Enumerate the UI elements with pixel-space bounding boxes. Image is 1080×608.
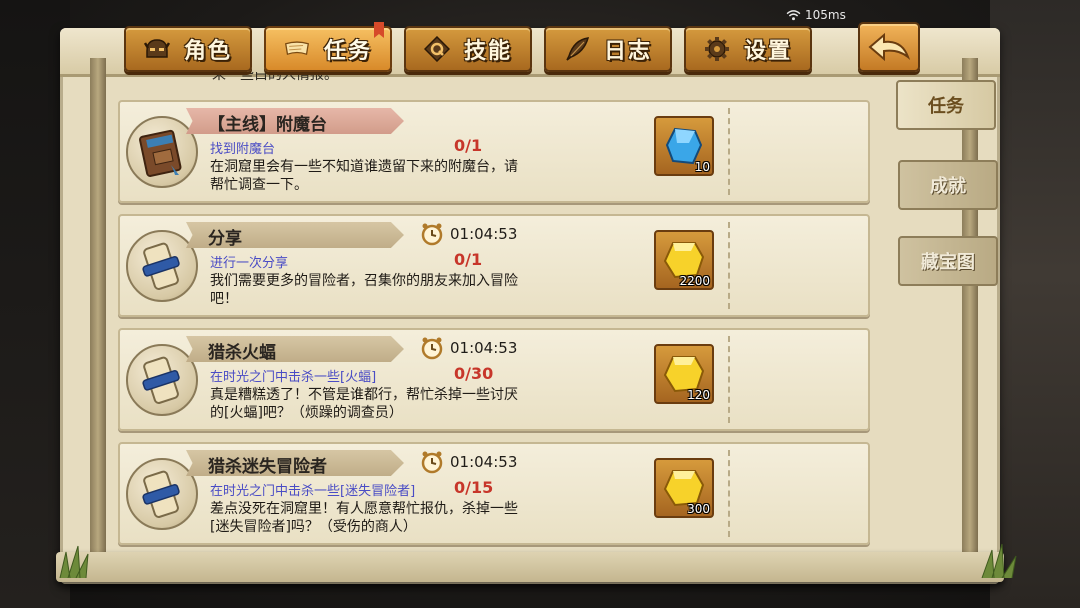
reward-count: 120: [687, 388, 710, 402]
quest-progress: 0/30: [454, 364, 494, 383]
tab-label: 日志: [603, 39, 652, 64]
quest-description: 我们需要更多的冒险者，召集你的朋友来加入冒险吧！: [210, 273, 518, 307]
network-status: 105ms: [786, 8, 846, 22]
main-tab-bar: 角色 任务 技能 日志 设置: [124, 22, 812, 72]
timer-text: 01:04:53: [450, 225, 518, 243]
quest-portrait: [126, 458, 198, 530]
side-tab-treasure-map[interactable]: 藏宝图: [898, 236, 998, 286]
quest-progress: 0/1: [454, 136, 483, 155]
reward-count: 2200: [679, 274, 710, 288]
tab-label: 角色: [183, 39, 232, 64]
tab-label: 设置: [743, 39, 792, 64]
back-arrow-icon: [868, 32, 911, 62]
quest-title: 分享: [208, 229, 242, 249]
quest-card-lost-adventurer[interactable]: 猎杀迷失冒险者 01:04:53 在时光之门中击杀一些[迷失冒险者] 0/15 …: [118, 442, 870, 545]
grass-decoration-right: [981, 543, 1017, 578]
reward-slot[interactable]: 2200: [654, 230, 714, 290]
panel-bottom-bar: [56, 552, 1004, 582]
quest-description: 差点没死在洞窟里！有人愿意帮忙报仇，杀掉一些[迷失冒险者]吗？（受伤的商人）: [210, 501, 518, 535]
background-right: [990, 0, 1080, 608]
quest-card-enchant-table[interactable]: 【主线】附魔台 找到附魔台 0/1 在洞窟里会有一些不知道谁遗留下来的附魔台，请…: [118, 100, 870, 203]
quest-progress: 0/1: [454, 250, 483, 269]
scroll-icon: [142, 242, 180, 290]
quest-objective: 在时光之门中击杀一些[迷失冒险者]: [210, 484, 416, 499]
tab-character[interactable]: 角色: [124, 26, 252, 72]
quest-title: 【主线】附魔台: [208, 115, 327, 135]
timer-text: 01:04:53: [450, 339, 518, 357]
frame-pole-left: [90, 58, 106, 558]
tab-quests[interactable]: 任务: [264, 22, 392, 72]
book-icon: [139, 129, 182, 177]
quest-card-share[interactable]: 分享 01:04:53 进行一次分享 0/1 我们需要更多的冒险者，召集你的朋友…: [118, 214, 870, 317]
card-divider: [728, 450, 730, 537]
side-tab-achievements[interactable]: 成就: [898, 160, 998, 210]
quest-title: 猎杀火蝠: [208, 343, 276, 363]
quest-objective: 找到附魔台: [210, 142, 276, 157]
reward-slot[interactable]: 10: [654, 116, 714, 176]
alarm-clock-icon: [421, 451, 443, 474]
clipped-previous-text: 来一些白的人情报。: [212, 72, 338, 83]
quest-progress: 0/15: [454, 478, 494, 497]
card-divider: [728, 108, 730, 195]
quest-timer: 01:04:53: [420, 336, 517, 360]
quest-portrait: [126, 344, 198, 416]
timer-text: 01:04:53: [450, 453, 518, 471]
quest-description: 真是糟糕透了！不管是谁都行，帮忙杀掉一些讨厌的[火蝠]吧？（烦躁的调查员）: [210, 387, 518, 421]
alarm-clock-icon: [421, 223, 443, 246]
quest-title: 猎杀迷失冒险者: [208, 457, 327, 477]
reward-count: 10: [694, 160, 710, 174]
card-divider: [728, 222, 730, 309]
scroll-icon: [142, 470, 180, 518]
quest-card-fire-bat[interactable]: 猎杀火蝠 01:04:53 在时光之门中击杀一些[火蝠] 0/30 真是糟糕透了…: [118, 328, 870, 431]
wifi-icon: [786, 9, 801, 20]
scroll-icon: [142, 356, 180, 404]
quest-portrait: [126, 230, 198, 302]
gear-icon: [704, 36, 730, 62]
quest-timer: 01:04:53: [420, 222, 517, 246]
skill-rune-icon: [423, 36, 450, 62]
reward-count: 300: [687, 502, 710, 516]
quest-description: 在洞窟里会有一些不知道谁遗留下来的附魔台，请帮忙调查一下。: [210, 159, 518, 193]
grass-decoration-left: [59, 545, 89, 578]
tab-skills[interactable]: 技能: [404, 26, 532, 72]
quest-objective: 在时光之门中击杀一些[火蝠]: [210, 370, 377, 385]
card-divider: [728, 336, 730, 423]
tab-settings[interactable]: 设置: [684, 26, 812, 72]
quest-timer: 01:04:53: [420, 450, 517, 474]
side-tab-quests[interactable]: 任务: [896, 80, 996, 130]
reward-slot[interactable]: 300: [654, 458, 714, 518]
quest-objective: 进行一次分享: [210, 256, 289, 271]
scroll-icon: [284, 36, 310, 62]
tab-log[interactable]: 日志: [544, 26, 672, 72]
tab-label: 技能: [463, 39, 512, 64]
frame-pole-right: [962, 58, 978, 558]
latency-text: 105ms: [805, 8, 846, 22]
quest-list[interactable]: 来一些白的人情报。 【主线】附魔台 找到附魔台 0/1 在洞窟里会有一些不知道谁…: [118, 72, 896, 552]
reward-slot[interactable]: 120: [654, 344, 714, 404]
helmet-icon: [143, 36, 170, 62]
tab-label: 任务: [323, 39, 372, 64]
quill-icon: [564, 36, 590, 62]
quest-portrait: [126, 116, 198, 188]
alarm-clock-icon: [421, 337, 443, 360]
tab-notification-flag: [374, 22, 384, 38]
back-button[interactable]: [858, 22, 920, 72]
